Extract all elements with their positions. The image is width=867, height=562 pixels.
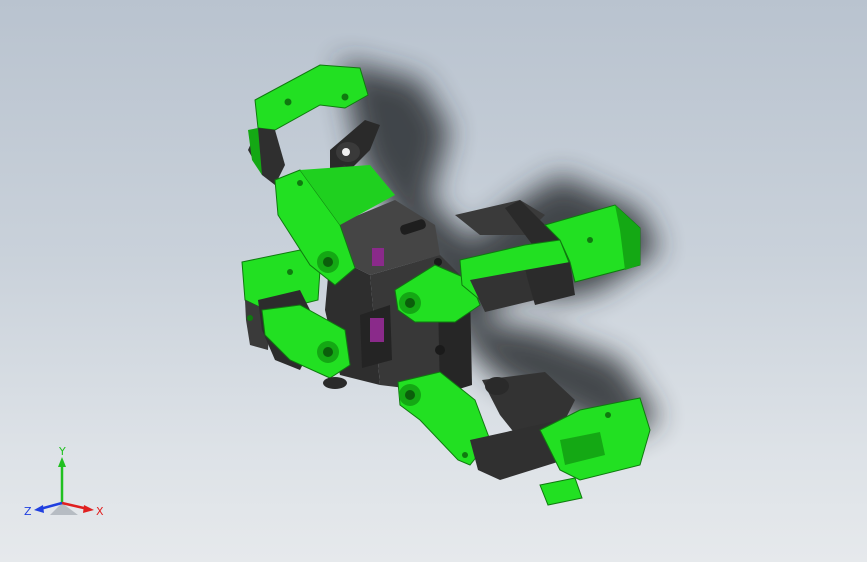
servo-connector-top	[372, 248, 384, 266]
x-axis-label: X	[96, 505, 104, 518]
servo-connector	[370, 318, 384, 342]
z-axis-label: Z	[24, 505, 32, 518]
graphics-viewport[interactable]: Y X Z	[0, 0, 867, 562]
y-axis-label: Y	[58, 445, 66, 458]
robot-gripper-model[interactable]	[0, 0, 867, 562]
coordinate-triad[interactable]: Y X Z	[20, 445, 110, 525]
